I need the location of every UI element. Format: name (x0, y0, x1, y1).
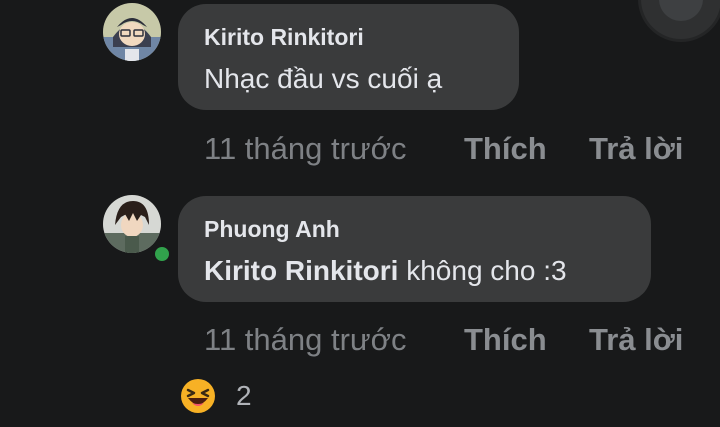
comment-thread: Kirito Rinkitori Nhạc đầu vs cuối ạ 11 t… (0, 0, 720, 427)
avatar-anime-icon (103, 3, 161, 61)
reply-button[interactable]: Trả lời (589, 131, 683, 167)
comment-time[interactable]: 11 tháng trước (204, 322, 407, 357)
close-button[interactable] (638, 0, 720, 42)
avatar-anime-icon (103, 195, 161, 253)
comment-text-rest: không cho :3 (398, 255, 567, 286)
reaction-count: 2 (236, 380, 252, 411)
reaction-summary[interactable]: 2 (180, 376, 252, 416)
comment-meta: 11 tháng trước Thích Trả lời (204, 131, 704, 171)
like-button[interactable]: Thích (464, 322, 547, 358)
avatar[interactable] (103, 3, 161, 61)
online-status-dot (152, 244, 172, 264)
reply-button[interactable]: Trả lời (589, 322, 683, 358)
comment-text: Kirito Rinkitori không cho :3 (204, 255, 567, 287)
haha-emoji-icon (181, 379, 215, 413)
comment-meta: 11 tháng trước Thích Trả lời (204, 322, 704, 362)
comment-author[interactable]: Kirito Rinkitori (204, 24, 364, 51)
avatar[interactable] (103, 195, 161, 253)
comment-bubble[interactable]: Phuong Anh Kirito Rinkitori không cho :3 (178, 196, 651, 302)
comment-text: Nhạc đầu vs cuối ạ (204, 63, 443, 94)
mention-link[interactable]: Kirito Rinkitori (204, 255, 398, 286)
comment-time[interactable]: 11 tháng trước (204, 131, 407, 166)
close-icon (659, 0, 703, 21)
comment-bubble[interactable]: Kirito Rinkitori Nhạc đầu vs cuối ạ (178, 4, 519, 110)
like-button[interactable]: Thích (464, 131, 547, 167)
comment-author[interactable]: Phuong Anh (204, 216, 340, 243)
